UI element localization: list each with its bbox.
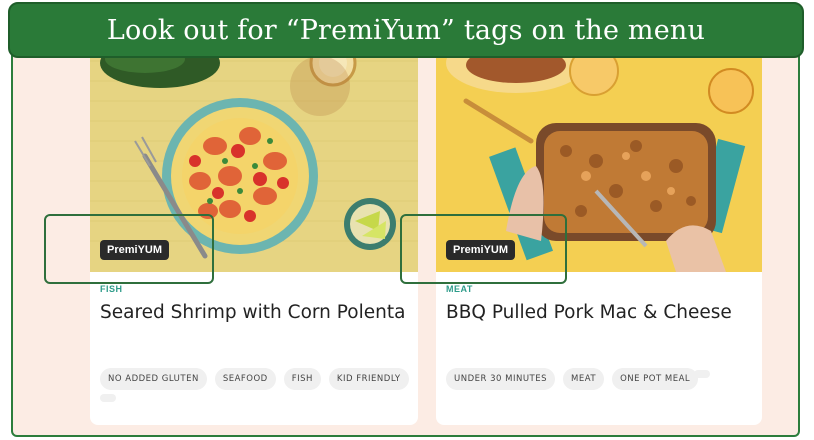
recipe-category: MEAT	[446, 284, 473, 294]
recipe-tag-chip: MEAT	[563, 368, 605, 390]
recipe-tag-chip: SEAFOOD	[214, 368, 276, 390]
recipe-tag-chip: NO ADDED GLUTEN	[100, 368, 207, 390]
more-tags-chip	[100, 394, 116, 402]
recipe-tags: NO ADDED GLUTEN SEAFOOD FISH KID FRIENDL…	[100, 368, 409, 390]
recipe-tag-chip: ONE POT MEAL	[612, 368, 699, 390]
announcement-banner: Look out for “PremiYum” tags on the menu	[8, 2, 804, 58]
recipe-category: FISH	[100, 284, 123, 294]
recipe-tag-chip: FISH	[283, 368, 321, 390]
premiyum-highlight-box	[400, 214, 567, 284]
recipe-tag-chip: UNDER 30 MINUTES	[446, 368, 555, 390]
recipe-tags: UNDER 30 MINUTES MEAT ONE POT MEAL	[446, 368, 699, 390]
recipe-title[interactable]: BBQ Pulled Pork Mac & Cheese	[446, 302, 732, 323]
menu-screenshot-frame: PremiYUM FISH Seared Shrimp with Corn Po…	[11, 41, 800, 437]
banner-text: Look out for “PremiYum” tags on the menu	[106, 14, 706, 46]
recipe-title[interactable]: Seared Shrimp with Corn Polenta	[100, 302, 405, 323]
more-tags-chip	[694, 370, 710, 378]
recipe-tag-chip: KID FRIENDLY	[328, 368, 409, 390]
premiyum-highlight-box	[44, 214, 214, 284]
